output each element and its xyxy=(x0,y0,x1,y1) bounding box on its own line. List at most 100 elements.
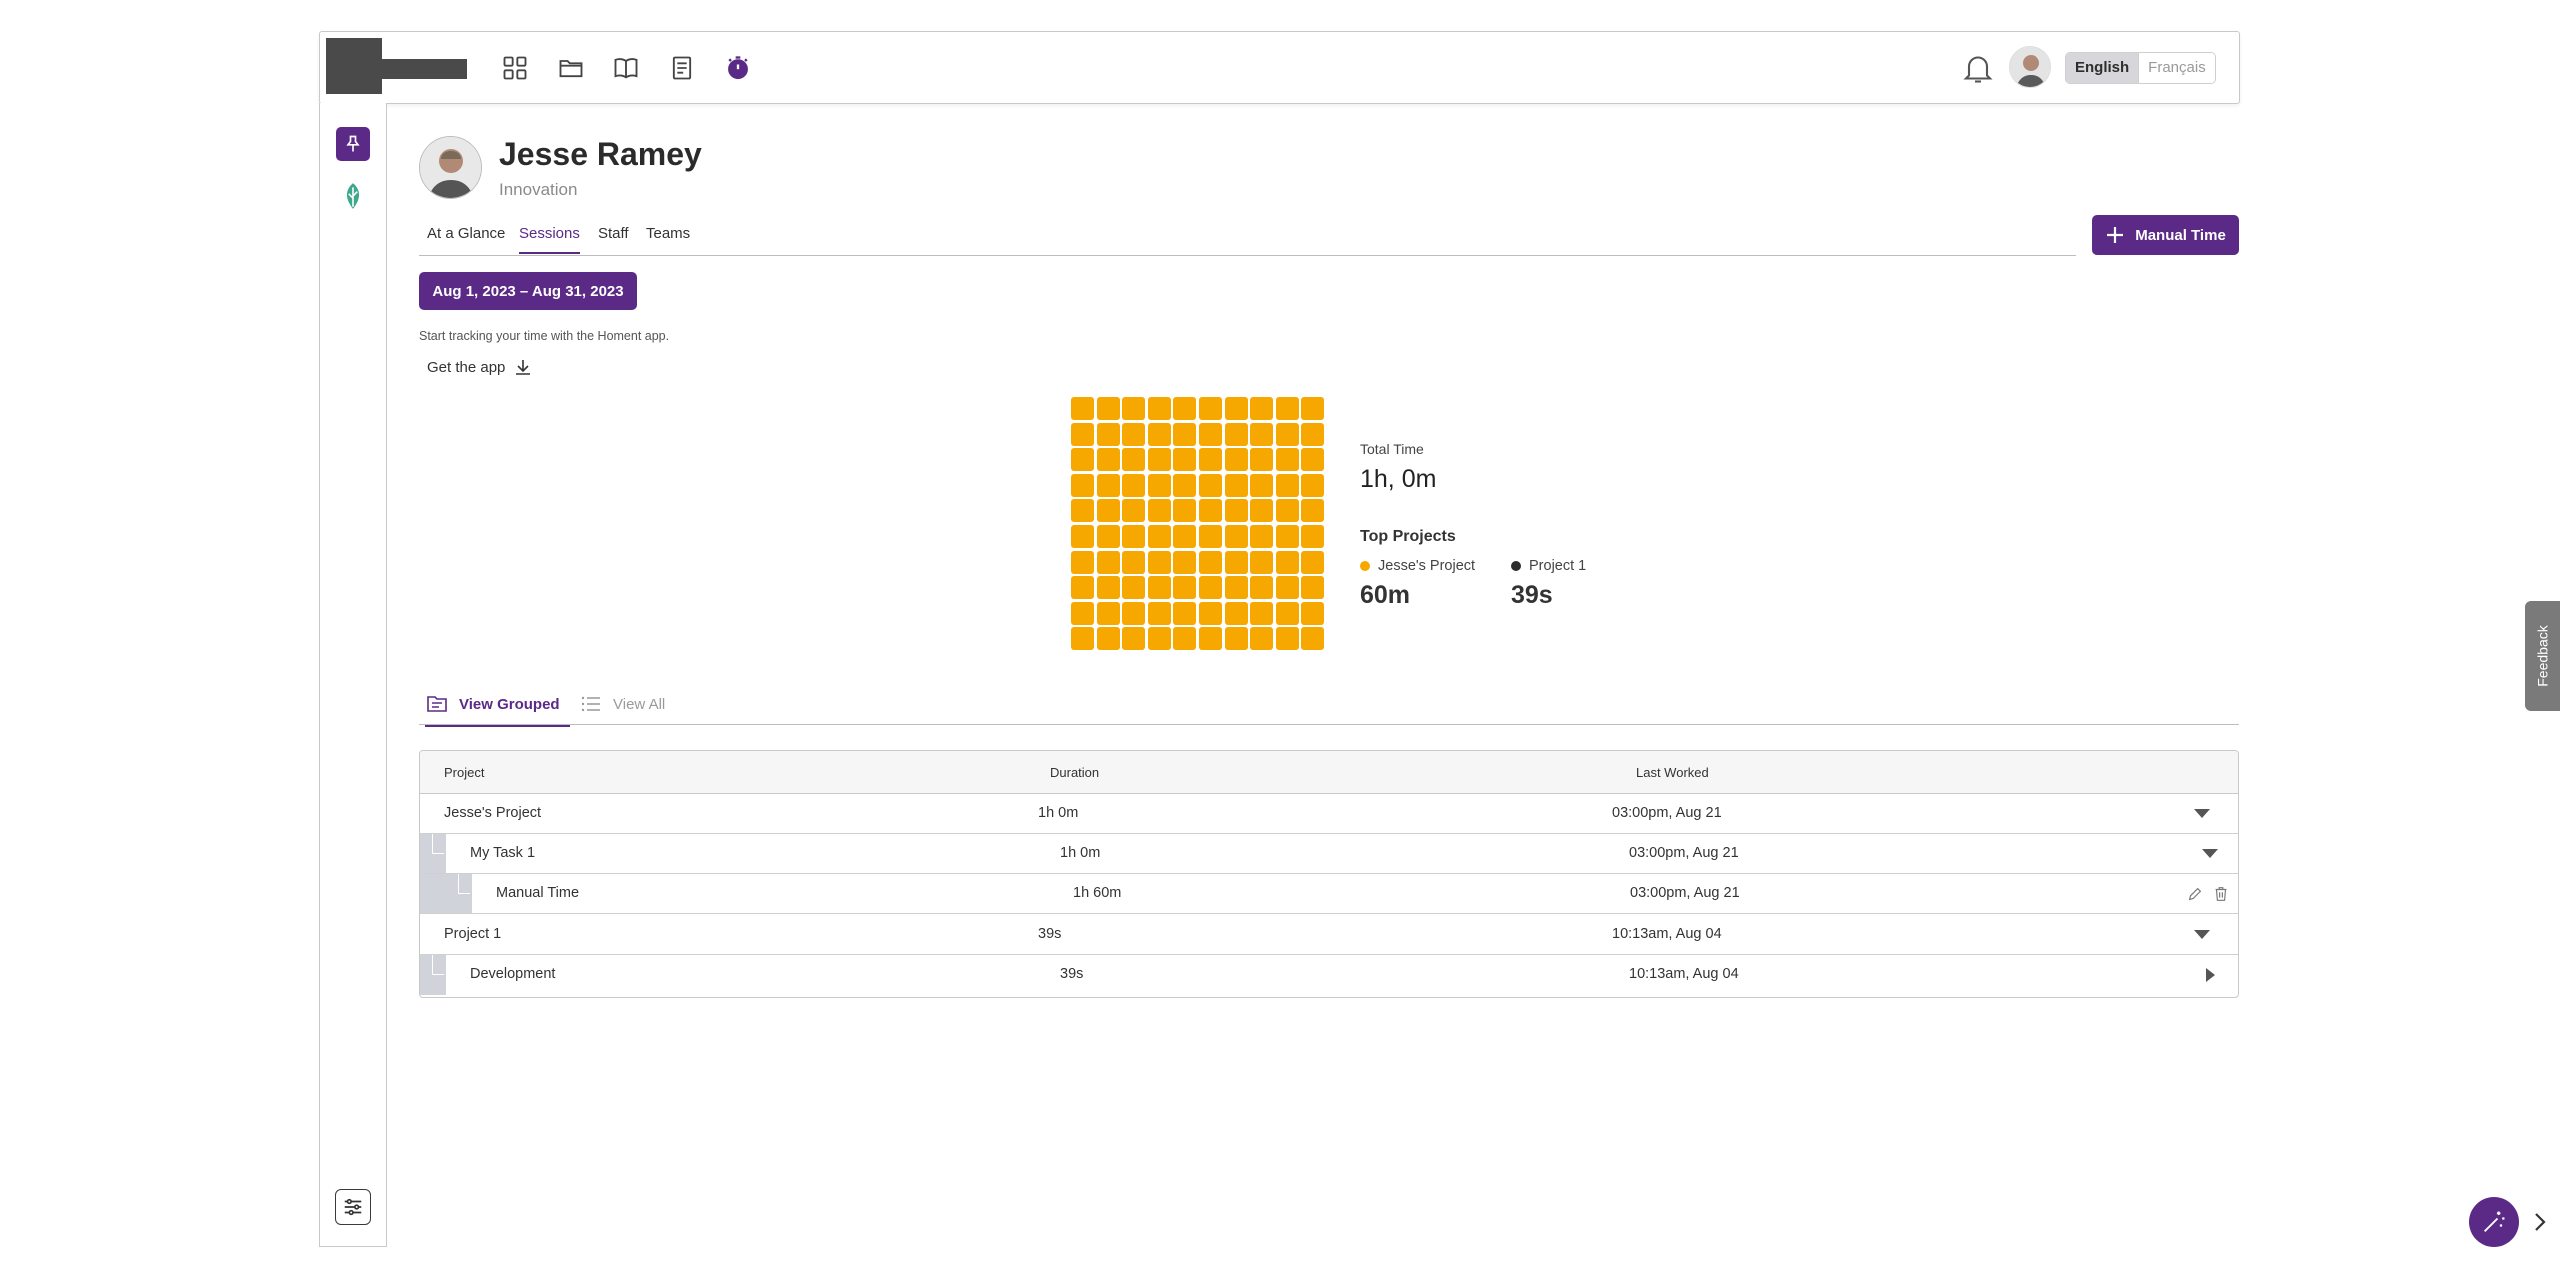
top-projects-heading: Top Projects xyxy=(1360,528,1456,545)
waffle-cell xyxy=(1071,601,1094,625)
waffle-cell xyxy=(1301,576,1325,600)
view-all-tab[interactable]: View All xyxy=(579,692,665,725)
waffle-cell xyxy=(1173,601,1197,625)
get-app-link[interactable]: Get the app xyxy=(427,357,533,377)
tracking-note: Start tracking your time with the Homent… xyxy=(419,329,670,343)
waffle-cell xyxy=(1173,550,1197,574)
row-project-name: Jesse's Project xyxy=(444,805,542,821)
row-duration: 1h 60m xyxy=(1073,885,1122,901)
waffle-cell xyxy=(1147,473,1171,497)
chevron-right-icon[interactable] xyxy=(2530,1208,2550,1236)
collapse-caret-icon[interactable] xyxy=(2194,930,2210,939)
tab-sessions[interactable]: Sessions xyxy=(519,225,580,254)
bell-icon[interactable] xyxy=(1960,50,1996,86)
table-row[interactable]: My Task 1 1h 0m 03:00pm, Aug 21 xyxy=(420,834,2238,874)
waffle-cell xyxy=(1224,627,1248,651)
add-manual-time-button[interactable]: Manual Time xyxy=(2092,215,2239,255)
waffle-cell xyxy=(1275,550,1299,574)
waffle-cell xyxy=(1224,448,1248,472)
get-app-label: Get the app xyxy=(427,358,506,376)
top-project-name: Project 1 xyxy=(1529,558,1587,574)
waffle-cell xyxy=(1147,422,1171,446)
collapse-caret-icon[interactable] xyxy=(2202,849,2218,858)
plus-icon xyxy=(2107,227,2124,243)
timer-icon[interactable] xyxy=(722,52,754,84)
waffle-cell xyxy=(1122,601,1146,625)
waffle-cell xyxy=(1173,627,1197,651)
waffle-cell xyxy=(1122,576,1146,600)
row-duration: 39s xyxy=(1060,966,1084,982)
waffle-cell xyxy=(1096,397,1120,420)
waffle-cell xyxy=(1250,550,1274,574)
tab-at-a-glance[interactable]: At a Glance xyxy=(427,225,505,252)
waffle-cell xyxy=(1071,473,1094,497)
profile-avatar xyxy=(419,136,482,199)
waffle-cell xyxy=(1250,473,1274,497)
waffle-cell xyxy=(1122,627,1146,651)
tab-teams[interactable]: Teams xyxy=(646,225,690,252)
waffle-cell xyxy=(1173,422,1197,446)
column-header-duration: Duration xyxy=(1050,765,1100,780)
language-english[interactable]: English xyxy=(2066,53,2139,83)
waffle-cell xyxy=(1198,448,1222,472)
company-logo-wordmark xyxy=(380,59,467,79)
waffle-cell xyxy=(1224,499,1248,523)
tree-connector xyxy=(432,834,444,854)
feedback-label: Feedback xyxy=(2534,625,2551,687)
delete-trash-icon[interactable] xyxy=(2212,885,2230,903)
waffle-cell xyxy=(1198,473,1222,497)
document-icon[interactable] xyxy=(666,52,698,84)
language-french[interactable]: Français xyxy=(2138,53,2215,83)
waffle-cell xyxy=(1275,627,1299,651)
table-row[interactable]: Jesse's Project 1h 0m 03:00pm, Aug 21 xyxy=(420,794,2238,834)
feedback-tab[interactable]: Feedback xyxy=(2525,601,2560,711)
waffle-cell xyxy=(1250,448,1274,472)
dashboard-grid-icon[interactable] xyxy=(499,52,531,84)
waffle-cell xyxy=(1147,397,1171,420)
folder-icon[interactable] xyxy=(555,52,587,84)
collapse-caret-icon[interactable] xyxy=(2194,809,2210,818)
waffle-cell xyxy=(1301,601,1325,625)
table-row[interactable]: Project 1 39s 10:13am, Aug 04 xyxy=(420,915,2238,955)
view-grouped-tab[interactable]: View Grouped xyxy=(425,692,570,727)
expand-caret-icon[interactable] xyxy=(2206,968,2215,982)
filter-settings-icon[interactable] xyxy=(335,1189,371,1225)
waffle-cell xyxy=(1301,422,1325,446)
row-last-worked: 10:13am, Aug 04 xyxy=(1612,926,1722,942)
waffle-cell xyxy=(1275,499,1299,523)
top-project-value: 39s xyxy=(1511,581,1553,609)
waffle-cell xyxy=(1275,422,1299,446)
top-project-name: Jesse's Project xyxy=(1378,558,1476,574)
pin-icon[interactable] xyxy=(336,127,370,161)
sessions-table: Project Duration Last Worked Jesse's Pro… xyxy=(419,750,2239,998)
date-range-picker-button[interactable]: Aug 1, 2023 – Aug 31, 2023 xyxy=(419,272,637,310)
tab-staff[interactable]: Staff xyxy=(598,225,629,252)
waffle-cell xyxy=(1275,473,1299,497)
waffle-cell xyxy=(1224,524,1248,548)
leaf-logo-icon[interactable] xyxy=(336,177,370,215)
waffle-cell xyxy=(1173,499,1197,523)
waffle-cell xyxy=(1096,499,1120,523)
project-color-dot xyxy=(1360,561,1370,571)
time-waffle-chart xyxy=(1071,397,1328,654)
user-avatar[interactable] xyxy=(2009,46,2051,88)
grouped-folder-icon xyxy=(427,696,447,712)
waffle-cell xyxy=(1173,397,1197,420)
magic-wand-icon[interactable] xyxy=(2469,1197,2519,1247)
waffle-cell xyxy=(1071,499,1094,523)
book-icon[interactable] xyxy=(610,52,642,84)
row-task-name: My Task 1 xyxy=(470,845,536,861)
waffle-cell xyxy=(1122,550,1146,574)
table-row[interactable]: Development 39s 10:13am, Aug 04 xyxy=(420,955,2238,995)
waffle-cell xyxy=(1096,524,1120,548)
waffle-cell xyxy=(1275,397,1299,420)
waffle-cell xyxy=(1301,550,1325,574)
project-color-dot xyxy=(1511,561,1521,571)
table-row[interactable]: Manual Time 1h 60m 03:00pm, Aug 21 xyxy=(420,874,2238,914)
edit-pencil-icon[interactable] xyxy=(2186,885,2204,903)
waffle-cell xyxy=(1122,422,1146,446)
waffle-cell xyxy=(1301,499,1325,523)
waffle-cell xyxy=(1096,576,1120,600)
profile-team: Innovation xyxy=(499,180,578,199)
download-icon xyxy=(516,360,531,375)
